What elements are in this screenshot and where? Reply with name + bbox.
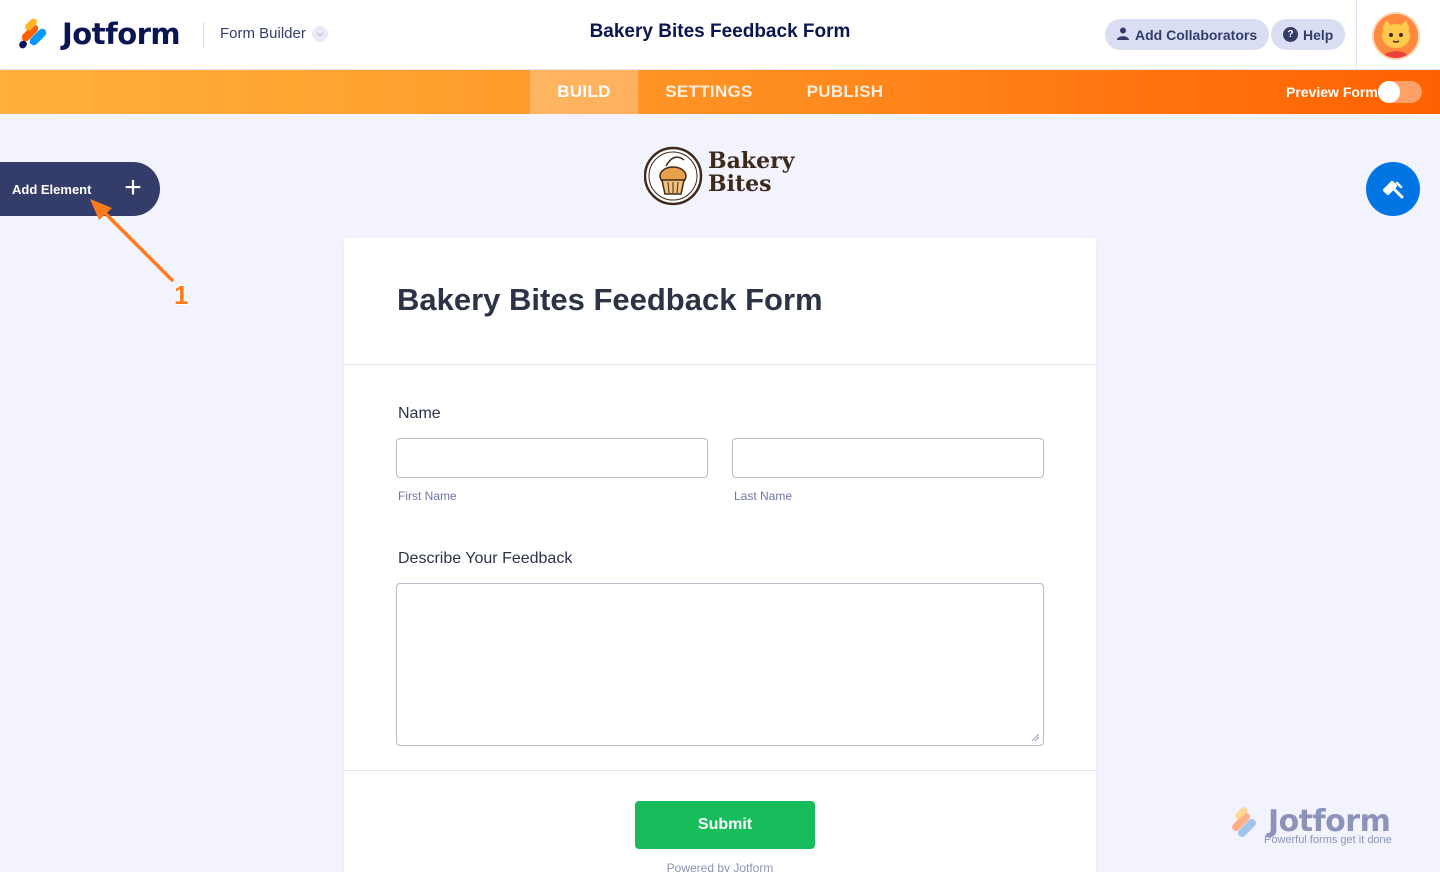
form-builder-label: Form Builder	[220, 25, 306, 42]
add-element-button[interactable]: Add Element +	[0, 162, 160, 216]
powered-by-text: Powered by Jotform	[666, 861, 774, 872]
first-name-sublabel: First Name	[398, 489, 457, 503]
header-divider	[203, 22, 204, 48]
user-icon	[1117, 27, 1129, 43]
jotform-wordmark: Jotform	[62, 17, 181, 51]
toggle-knob	[1378, 81, 1400, 103]
bakery-name: Bakery Bites	[708, 150, 794, 196]
bakery-name-line2: Bites	[708, 171, 772, 197]
resize-handle-icon[interactable]	[1031, 733, 1039, 741]
first-name-input[interactable]	[396, 438, 708, 478]
add-collaborators-label: Add Collaborators	[1135, 26, 1258, 43]
tab-settings[interactable]: SETTINGS	[648, 70, 770, 114]
jotform-logo[interactable]: Jotform	[17, 16, 181, 52]
form-header[interactable]: Bakery Bites Feedback Form	[344, 238, 1096, 365]
last-name-sublabel: Last Name	[734, 489, 793, 503]
plus-icon: +	[124, 171, 142, 204]
form-designer-button[interactable]	[1366, 162, 1420, 216]
help-label: Help	[1303, 26, 1334, 43]
form-divider	[344, 770, 1096, 771]
last-name-input[interactable]	[732, 438, 1044, 478]
tab-publish[interactable]: PUBLISH	[790, 70, 900, 114]
submit-button[interactable]: Submit	[635, 801, 815, 849]
builder-nav-bar: BUILD SETTINGS PUBLISH Preview Form	[0, 70, 1440, 114]
form-builder-dropdown[interactable]: Form Builder ⌵	[220, 25, 328, 42]
feedback-textarea[interactable]	[396, 583, 1044, 746]
header-separator	[1356, 0, 1357, 70]
top-header: Jotform Form Builder ⌵ Bakery Bites Feed…	[0, 0, 1440, 70]
help-icon: ?	[1283, 27, 1298, 42]
watermark-tagline: Powerful forms get it done	[1264, 834, 1392, 846]
avatar[interactable]	[1372, 12, 1420, 60]
form-card: Bakery Bites Feedback Form Name First Na…	[344, 238, 1096, 872]
chevron-down-icon: ⌵	[311, 25, 328, 42]
bakery-name-line1: Bakery	[708, 148, 795, 174]
bakery-bites-logo[interactable]: Bakery Bites	[643, 146, 796, 208]
help-button[interactable]: ? Help	[1271, 19, 1346, 50]
muffin-icon	[643, 146, 703, 206]
preview-form-label: Preview Form	[1286, 84, 1378, 100]
name-label: Name	[398, 405, 441, 422]
preview-form-toggle[interactable]	[1378, 81, 1422, 103]
add-collaborators-button[interactable]: Add Collaborators	[1105, 19, 1270, 50]
form-title[interactable]: Bakery Bites Feedback Form	[397, 282, 823, 318]
jotform-logo-icon	[17, 17, 48, 50]
paint-roller-icon	[1383, 181, 1404, 199]
jotform-watermark: Jotform Powerful forms get it done	[1226, 804, 1406, 850]
jotform-watermark-icon	[1232, 807, 1256, 837]
add-element-label: Add Element	[12, 181, 92, 197]
tab-build[interactable]: BUILD	[530, 70, 638, 114]
annotation-number: 1	[174, 280, 189, 310]
feedback-label: Describe Your Feedback	[398, 550, 573, 567]
